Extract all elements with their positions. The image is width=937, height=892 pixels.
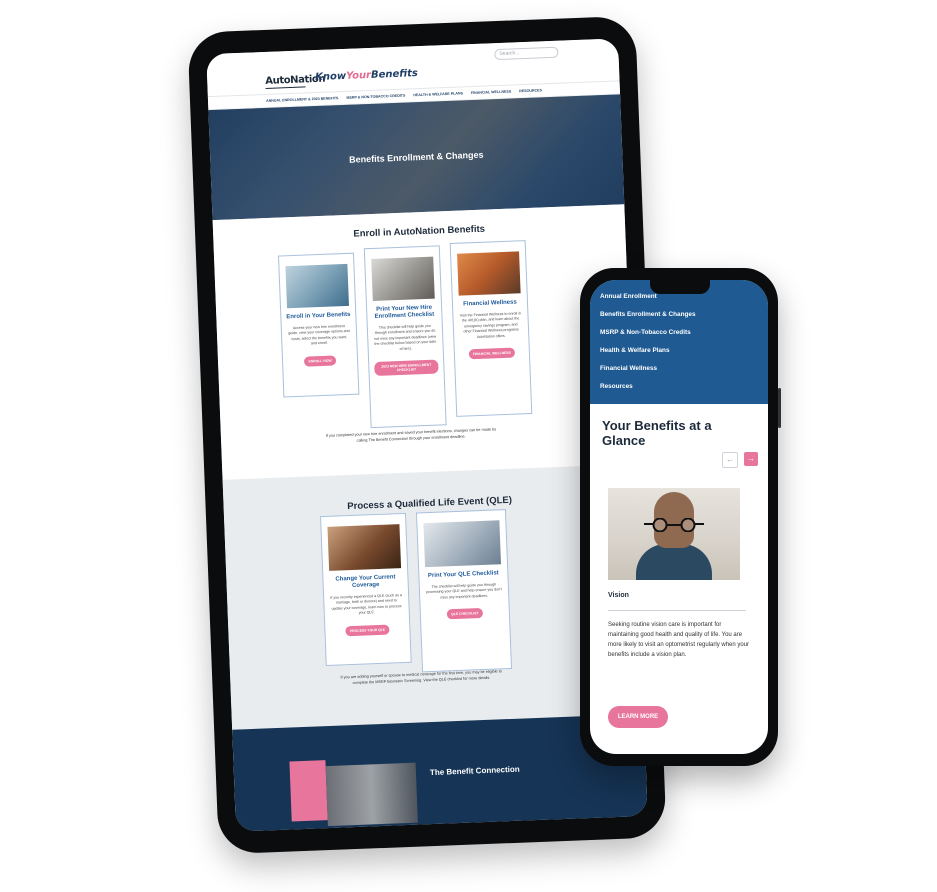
know-your-benefits-logo[interactable]: KnowYourBenefits bbox=[315, 68, 418, 83]
card-title: Print Your New Hire Enrollment Checklist bbox=[374, 304, 435, 320]
card-enroll: Enroll in Your Benefits Access your new … bbox=[278, 252, 360, 398]
vision-image bbox=[608, 488, 740, 580]
new-hire-checklist-button[interactable]: 2023 NEW HIRE ENROLLMENT CHECKLIST bbox=[374, 359, 439, 376]
card-change-coverage: Change Your Current Coverage If you rece… bbox=[320, 512, 412, 667]
nav-item-resources[interactable]: RESOURCES bbox=[519, 88, 542, 93]
card-body: Visit the Financial Wellness to enroll i… bbox=[459, 311, 522, 339]
arrow-left-icon[interactable]: ← bbox=[722, 452, 738, 468]
phone-nav-financial-wellness[interactable]: Financial Wellness bbox=[590, 360, 768, 378]
benefits-glance-title: Your Benefits at a Glance bbox=[602, 418, 712, 448]
card-image bbox=[371, 256, 435, 301]
eyeglasses-icon bbox=[644, 518, 704, 532]
nav-item-annual-enrollment[interactable]: ANNUAL ENROLLMENT & 2023 BENEFITS bbox=[266, 96, 339, 103]
phone-nav-resources[interactable]: Resources bbox=[590, 378, 768, 396]
brand-benefits: Benefits bbox=[370, 68, 419, 81]
card-image bbox=[423, 520, 502, 568]
search-input[interactable]: Search... bbox=[494, 46, 559, 61]
card-qle-checklist: Print Your QLE Checklist The checklist w… bbox=[415, 509, 513, 673]
brand-your: Your bbox=[345, 69, 372, 82]
phone-screen: Annual Enrollment Benefits Enrollment & … bbox=[590, 280, 768, 754]
nav-item-health-welfare[interactable]: HEALTH & WELFARE PLANS bbox=[413, 91, 463, 97]
learn-more-button[interactable]: LEARN MORE bbox=[608, 706, 668, 728]
phone-nav-menu: Annual Enrollment Benefits Enrollment & … bbox=[590, 280, 768, 404]
card-body: If you recently experienced a QLE (such … bbox=[330, 593, 403, 615]
benefit-connection-title: The Benefit Connection bbox=[429, 764, 520, 778]
phone-nav-msrp[interactable]: MSRP & Non-Tobacco Credits bbox=[590, 324, 768, 342]
person-body bbox=[636, 544, 712, 580]
vision-description: Seeking routine vision care is important… bbox=[608, 622, 750, 658]
process-qle-button[interactable]: PROCESS YOUR QLE bbox=[345, 624, 390, 636]
enroll-cards: Enroll in Your Benefits Access your new … bbox=[278, 240, 533, 431]
phone-device: Annual Enrollment Benefits Enrollment & … bbox=[580, 268, 781, 766]
phone-nav-benefits-enrollment[interactable]: Benefits Enrollment & Changes bbox=[590, 306, 768, 324]
phone-nav-health-welfare[interactable]: Health & Welfare Plans bbox=[590, 342, 768, 360]
card-image bbox=[457, 251, 521, 296]
card-financial: Financial Wellness Visit the Financial W… bbox=[449, 240, 533, 417]
nav-item-msrp[interactable]: MSRP & NON-TOBACCO CREDITS bbox=[346, 94, 405, 100]
card-checklist: Print Your New Hire Enrollment Checklist… bbox=[363, 245, 447, 429]
hero-banner: Benefits Enrollment & Changes bbox=[208, 94, 625, 221]
footer-photo bbox=[325, 762, 418, 827]
qle-checklist-button[interactable]: QLE CHECKLIST bbox=[447, 608, 483, 620]
hero-title: Benefits Enrollment & Changes bbox=[348, 149, 484, 165]
qle-cards: Change Your Current Coverage If you rece… bbox=[320, 509, 513, 676]
enroll-note: If you completed your new hire enrollmen… bbox=[325, 427, 497, 443]
financial-wellness-button[interactable]: FINANCIAL WELLNESS bbox=[468, 347, 516, 360]
divider bbox=[608, 610, 746, 611]
pink-accent bbox=[289, 760, 328, 822]
brand-know: Know bbox=[314, 70, 347, 84]
arrow-right-icon[interactable]: → bbox=[744, 452, 758, 466]
card-body: This checklist will help guide you throu… bbox=[374, 323, 437, 351]
card-image bbox=[327, 524, 402, 571]
card-image bbox=[285, 263, 349, 309]
card-body: The checklist will help guide you throug… bbox=[426, 582, 502, 600]
vision-title: Vision bbox=[608, 592, 629, 599]
phone-side-button bbox=[778, 388, 781, 428]
enroll-now-button[interactable]: ENROLL NOW bbox=[304, 355, 336, 367]
carousel-controls: ← → bbox=[722, 452, 758, 468]
enroll-section: Enroll in AutoNation Benefits Enroll in … bbox=[212, 204, 635, 480]
nav-item-financial-wellness[interactable]: FINANCIAL WELLNESS bbox=[471, 90, 511, 96]
card-body: Access your new hire enrollment guide, v… bbox=[288, 324, 350, 346]
phone-notch bbox=[650, 280, 710, 294]
